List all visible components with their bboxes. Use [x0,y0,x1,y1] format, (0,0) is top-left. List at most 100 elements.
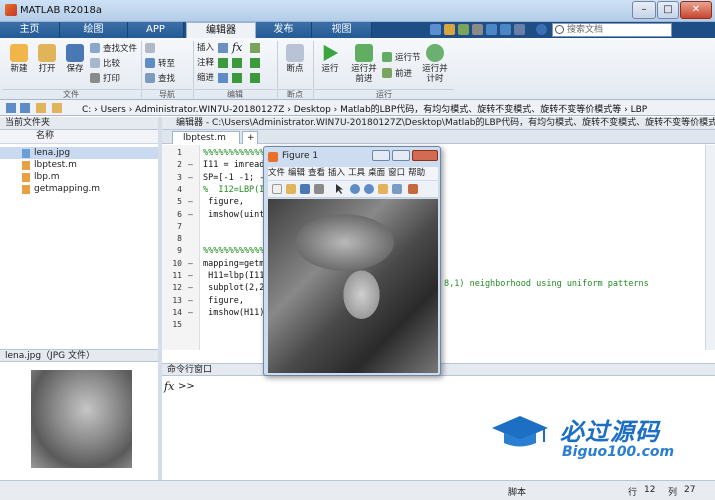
code-line[interactable]: % I12=LBP(I1 [203,185,270,195]
breakpoint-marker[interactable]: – [188,308,193,317]
code-line[interactable]: figure, [203,197,244,207]
comment-button[interactable]: 注释 [197,58,214,69]
brush-icon[interactable] [408,184,418,194]
name-column-header[interactable]: 名称 [0,130,158,144]
breakpoint-marker[interactable]: – [188,210,193,219]
pan-icon[interactable] [378,184,388,194]
breakpoints-button[interactable]: 断点 [281,44,309,74]
file-item[interactable]: getmapping.m [0,183,158,195]
current-path[interactable]: C: › Users › Administrator.WIN7U-2018012… [82,102,647,115]
tab-apps[interactable]: APP [128,22,184,38]
quick-save-icon[interactable] [430,24,441,35]
redo-icon[interactable] [500,24,511,35]
minimize-button[interactable]: – [632,1,656,19]
menu-insert[interactable]: 插入 [328,168,345,178]
browse-folder-icon[interactable] [52,103,62,113]
code-line[interactable]: %%%%%%%%%%%% [203,246,264,256]
back-icon[interactable] [6,103,16,113]
rotate-icon[interactable] [392,184,402,194]
breakpoint-marker[interactable]: – [188,296,193,305]
find-files-button[interactable]: 查找文件 [90,43,137,55]
file-item[interactable]: lbptest.m [0,159,158,171]
fx-icon[interactable]: fx [232,41,242,54]
run-section-button[interactable]: 运行节 [382,52,421,64]
comment-icon[interactable] [218,58,228,68]
tab-home[interactable]: 主页 [0,22,60,38]
print-button[interactable]: 打印 [90,73,120,85]
compare-button[interactable]: 比较 [90,58,120,70]
print-icon[interactable] [314,184,324,194]
undo-icon[interactable] [486,24,497,35]
breakpoint-marker[interactable]: – [188,173,193,182]
menu-desktop[interactable]: 桌面 [368,168,385,178]
menu-view[interactable]: 查看 [308,168,325,178]
file-item[interactable]: lena.jpg [0,147,158,159]
nav-back-forward[interactable] [145,43,158,55]
code-line[interactable]: figure, [203,296,244,306]
run-advance-button[interactable]: 运行并 前进 [347,44,381,84]
increase-indent-icon[interactable] [232,73,242,83]
insert-button[interactable]: 插入 [197,43,214,54]
code-line[interactable]: mapping=getma [203,259,270,269]
menu-file[interactable]: 文件 [268,168,285,178]
breakpoint-marker[interactable]: – [188,283,193,292]
up-folder-icon[interactable] [36,103,46,113]
save-button[interactable]: 保存 [62,44,88,74]
new-figure-icon[interactable] [272,184,282,194]
indent-button[interactable]: 缩进 [197,73,214,84]
breakpoint-marker[interactable]: – [188,197,193,206]
figure-maximize-button[interactable] [392,150,410,161]
wrap-comment-icon[interactable] [250,58,260,68]
close-button[interactable]: ✕ [680,1,712,19]
breakpoint-marker[interactable]: – [188,160,193,169]
figure-minimize-button[interactable] [372,150,390,161]
forward-icon[interactable] [20,103,30,113]
code-line[interactable]: %%%%%%%%%%%% [203,148,264,158]
open-icon[interactable] [286,184,296,194]
quick-copy-icon[interactable] [458,24,469,35]
help-icon[interactable] [536,24,547,35]
zoom-out-icon[interactable] [364,184,374,194]
fx-icon[interactable]: fx [164,380,174,393]
percent-icon[interactable] [232,58,242,68]
menu-edit[interactable]: 编辑 [288,168,305,178]
file-item[interactable]: lbp.m [0,171,158,183]
code-line[interactable]: imshow(uint8 [203,210,269,220]
indent-icon[interactable] [218,73,228,83]
editor-scrollbar[interactable] [705,145,715,350]
search-docs-input[interactable]: 搜索文档 [552,23,672,37]
breakpoint-marker[interactable]: – [188,271,193,280]
tab-editor[interactable]: 编辑器 [186,22,256,38]
figure-close-button[interactable] [412,150,438,161]
quick-paste-icon[interactable] [472,24,483,35]
code-line[interactable]: H11=lbp(I11, [203,271,269,281]
decrease-indent-icon[interactable] [250,73,260,83]
tab-lbptest[interactable]: lbptest.m [172,131,240,144]
run-time-button[interactable]: 运行并 计时 [420,44,450,84]
goto-button[interactable]: 转至 [145,58,175,70]
tab-view[interactable]: 视图 [312,22,372,38]
insert-section-icon[interactable] [218,43,228,53]
code-line[interactable]: imshow(H11); [203,308,269,318]
figure-window[interactable]: Figure 1 文件 编辑 查看 插入 工具 桌面 窗口 帮助 [263,146,441,376]
code-line[interactable]: SP=[-1 -1; -1 [203,173,270,183]
run-button[interactable]: 运行 [316,44,344,74]
breakpoint-marker[interactable]: – [188,259,193,268]
zoom-in-icon[interactable] [350,184,360,194]
tab-plots[interactable]: 绘图 [60,22,128,38]
code-line[interactable]: subplot(2,2, [203,283,269,293]
maximize-button[interactable]: □ [657,1,679,19]
switch-window-icon[interactable] [514,24,525,35]
advance-button[interactable]: 前进 [382,68,412,80]
new-button[interactable]: 新建 [6,44,32,74]
tab-publish[interactable]: 发布 [256,22,312,38]
save-icon[interactable] [300,184,310,194]
find-button[interactable]: 查找 [145,73,175,85]
open-button[interactable]: 打开 [34,44,60,74]
pointer-icon[interactable] [336,184,343,194]
menu-help[interactable]: 帮助 [408,168,425,178]
quick-cut-icon[interactable] [444,24,455,35]
menu-tools[interactable]: 工具 [348,168,365,178]
insert-function-icon[interactable] [250,43,260,53]
menu-window[interactable]: 窗口 [388,168,405,178]
